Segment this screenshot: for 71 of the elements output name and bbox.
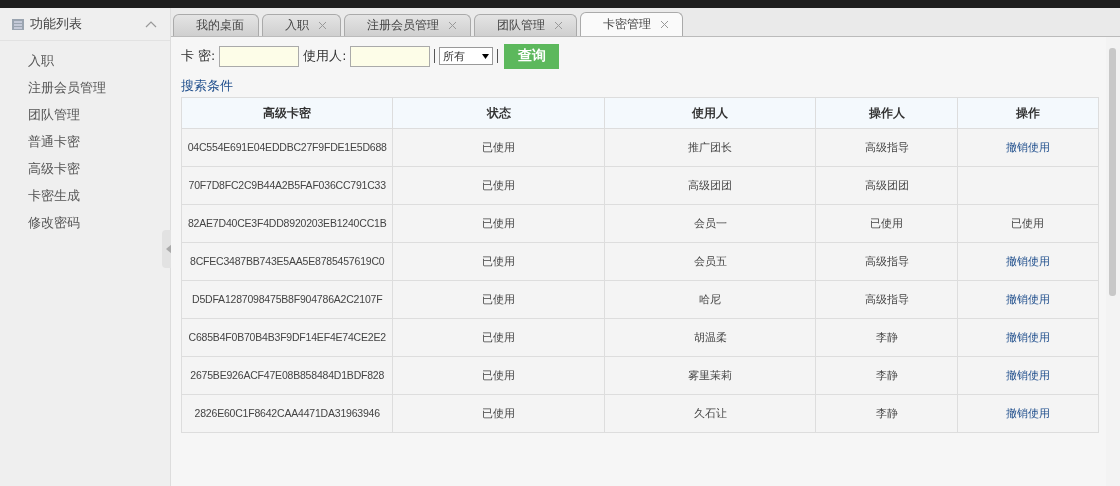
sidebar-title: 功能列表 [30,15,83,33]
caret-icon [482,53,490,59]
close-icon[interactable] [449,19,456,32]
column-header: 高级卡密 [181,97,393,129]
operator-cell: 李静 [815,394,958,433]
operator-cell: 高级团团 [815,166,958,205]
sidebar-item[interactable]: 高级卡密 [0,155,170,182]
column-header: 操作 [957,97,1099,129]
sidebar-item[interactable]: 卡密生成 [0,182,170,209]
search-conditions-link[interactable]: 搜索条件 [181,78,233,95]
status-cell: 已使用 [392,394,605,433]
card-key-field[interactable] [219,45,300,67]
revoke-link[interactable]: 撤销使用 [1005,293,1050,306]
tab[interactable]: 入职 [262,14,341,36]
status-dropdown[interactable]: 所有 [439,47,494,65]
card-key-cell: 2675BE926ACF47E08B858484D1BDF828 [181,356,393,395]
status-cell: 已使用 [392,242,605,281]
operator-cell: 李静 [815,356,958,395]
operator-cell: 高级指导 [815,128,958,167]
tab[interactable]: 注册会员管理 [344,14,471,36]
card-key-cell: 2826E60C1F8642CAA4471DA31963946 [181,394,393,433]
revoke-link[interactable]: 撤销使用 [1005,141,1050,154]
status-cell: 已使用 [392,318,605,357]
user-cell: 久石让 [604,394,816,433]
status-cell: 已使用 [392,166,605,205]
user-cell: 哈尼 [604,280,816,319]
revoke-link[interactable]: 撤销使用 [1005,255,1050,268]
operator-cell: 高级指导 [815,280,958,319]
sidebar-item[interactable]: 入职 [0,47,170,74]
tab[interactable]: 我的桌面 [173,14,259,36]
operator-cell: 已使用 [815,204,958,243]
status-cell: 已使用 [392,280,605,319]
revoke-link[interactable]: 撤销使用 [1005,331,1050,344]
chevron-icon[interactable] [144,19,158,29]
revoke-link[interactable]: 撤销使用 [1005,369,1050,382]
card-key-label: 卡 密: [181,47,216,65]
user-cell: 会员一 [604,204,816,243]
operator-cell: 李静 [815,318,958,357]
sidebar-item[interactable]: 注册会员管理 [0,74,170,101]
revoke-link[interactable]: 撤销使用 [1005,407,1050,420]
sidebar-item[interactable]: 团队管理 [0,101,170,128]
user-field[interactable] [350,45,431,67]
column-header: 使用人 [604,97,816,129]
user-cell: 会员五 [604,242,816,281]
tab[interactable]: 团队管理 [474,14,577,36]
card-key-cell: 82AE7D40CE3F4DD8920203EB1240CC1B [181,204,393,243]
card-key-cell: 04C554E691E04EDDBC27F9FDE1E5D688 [181,128,393,167]
sidebar-item[interactable]: 修改密码 [0,209,170,236]
card-key-cell: 70F7D8FC2C9B44A2B5FAF036CC791C33 [181,166,393,205]
status-cell: 已使用 [392,128,605,167]
user-cell: 高级团团 [604,166,816,205]
action-status-text: 已使用 [1011,217,1045,230]
user-label: 使用人: [303,47,347,65]
card-key-cell: 8CFEC3487BB743E5AA5E8785457619C0 [181,242,393,281]
close-icon[interactable] [555,19,562,32]
card-key-cell: C685B4F0B70B4B3F9DF14EF4E74CE2E2 [181,318,393,357]
user-cell: 推广团长 [604,128,816,167]
scrollbar-thumb[interactable] [1109,48,1116,296]
close-icon[interactable] [319,19,326,32]
card-key-cell: D5DFA1287098475B8F904786A2C2107F [181,280,393,319]
status-cell: 已使用 [392,356,605,395]
status-cell: 已使用 [392,204,605,243]
operator-cell: 高级指导 [815,242,958,281]
user-cell: 雾里茉莉 [604,356,816,395]
user-cell: 胡温柔 [604,318,816,357]
close-icon[interactable] [661,18,668,31]
list-icon [12,18,24,30]
column-header: 状态 [392,97,605,129]
column-header: 操作人 [815,97,958,129]
sidebar-item[interactable]: 普通卡密 [0,128,170,155]
tab[interactable]: 卡密管理 [580,12,683,36]
